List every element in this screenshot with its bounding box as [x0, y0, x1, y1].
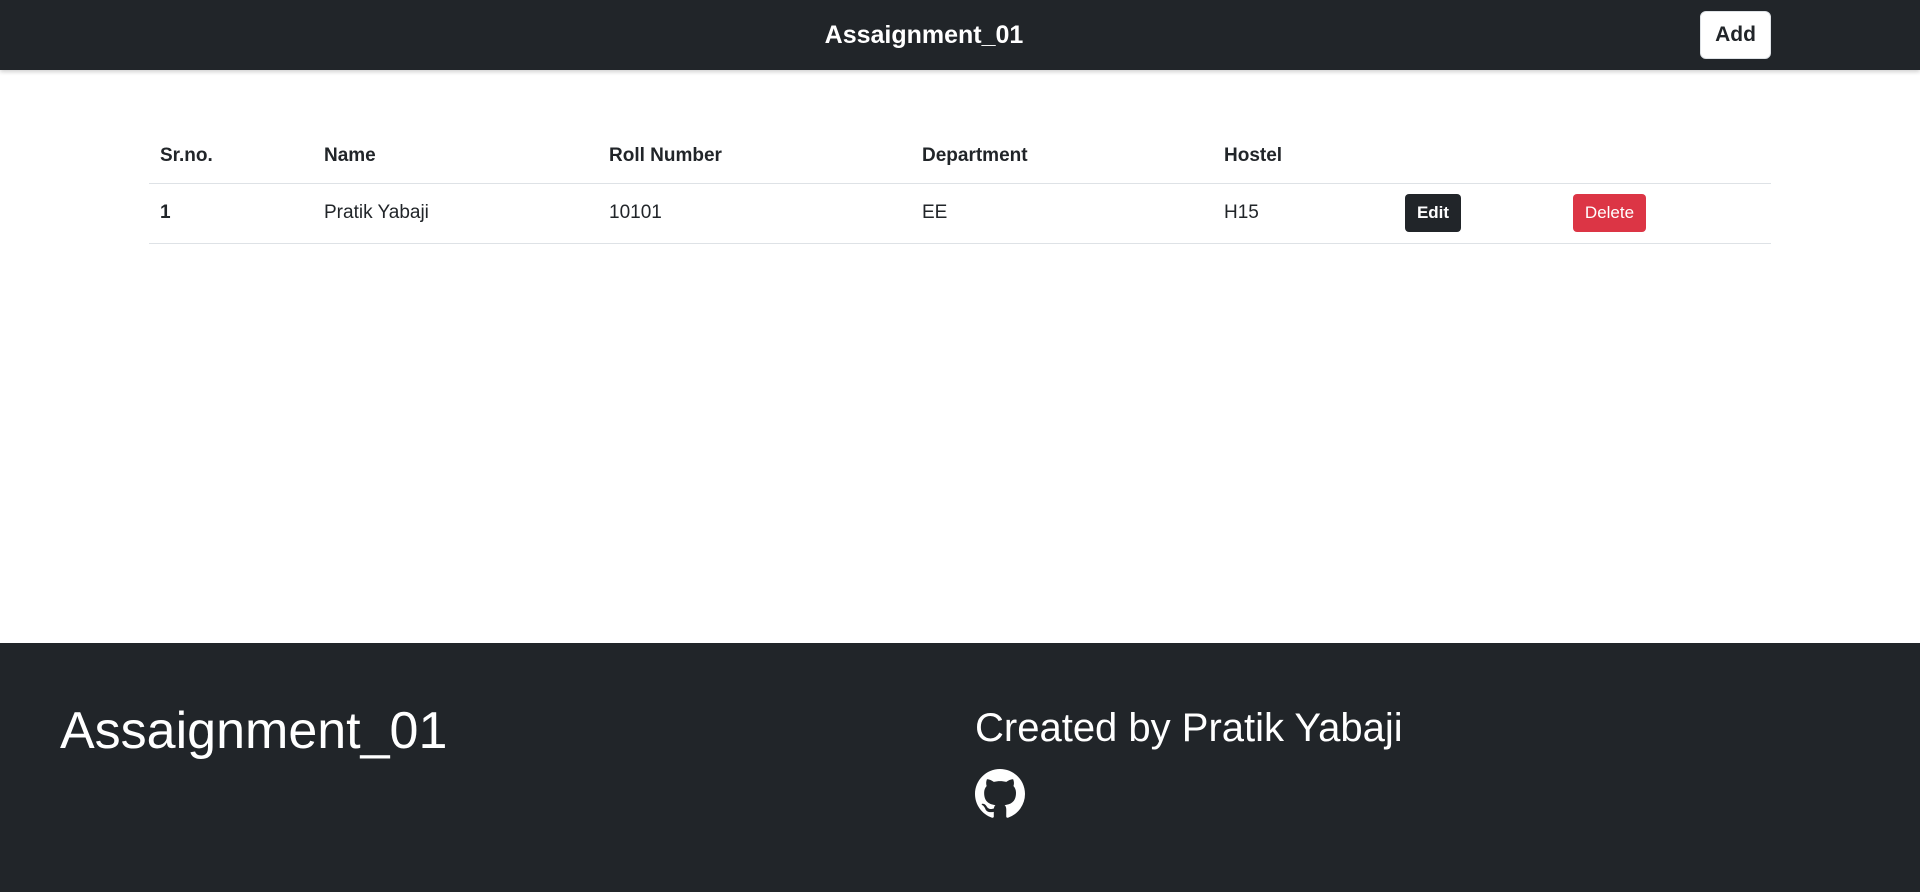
header-name: Name: [313, 130, 598, 184]
table-header-row: Sr.no. Name Roll Number Department Hoste…: [149, 130, 1771, 184]
header-delete-column: [1562, 130, 1771, 184]
add-button[interactable]: Add: [1700, 11, 1771, 59]
students-table: Sr.no. Name Roll Number Department Hoste…: [149, 130, 1771, 244]
footer-credit: Created by Pratik Yabaji: [975, 706, 1403, 750]
edit-button[interactable]: Edit: [1405, 194, 1461, 232]
header-roll-number: Roll Number: [598, 130, 911, 184]
github-link[interactable]: [975, 769, 1025, 819]
cell-hostel: H15: [1213, 183, 1394, 244]
cell-roll-number: 10101: [598, 183, 911, 244]
table-row: 1 Pratik Yabaji 10101 EE H15 Edit Delete: [149, 183, 1771, 244]
cell-delete: Delete: [1562, 183, 1771, 244]
github-icon: [975, 769, 1025, 818]
navbar-brand[interactable]: Assaignment_01: [0, 0, 1848, 70]
students-table-container: Sr.no. Name Roll Number Department Hoste…: [149, 130, 1771, 244]
cell-edit: Edit: [1394, 183, 1562, 244]
cell-name: Pratik Yabaji: [313, 183, 598, 244]
header-edit-column: [1394, 130, 1562, 184]
header-hostel: Hostel: [1213, 130, 1394, 184]
header-department: Department: [911, 130, 1213, 184]
cell-sr-no: 1: [149, 183, 313, 244]
navbar: Assaignment_01 Add: [0, 0, 1920, 70]
footer-title: Assaignment_01: [60, 702, 448, 760]
footer: Assaignment_01 Created by Pratik Yabaji: [0, 643, 1920, 892]
delete-button[interactable]: Delete: [1573, 194, 1646, 232]
cell-department: EE: [911, 183, 1213, 244]
header-sr-no: Sr.no.: [149, 130, 313, 184]
